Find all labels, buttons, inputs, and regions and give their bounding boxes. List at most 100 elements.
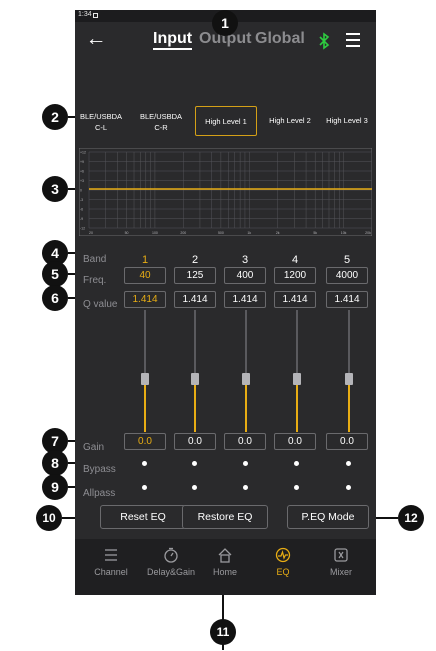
- band-number[interactable]: 4: [275, 254, 315, 266]
- gain-slider-fill: [296, 380, 298, 432]
- channel-tab-high-level-3[interactable]: High Level 3: [320, 106, 374, 136]
- tab-global[interactable]: Global: [255, 30, 305, 48]
- y-tick-label: -3: [80, 198, 83, 202]
- gain-field[interactable]: 0.0: [326, 433, 368, 450]
- gain-slider-thumb[interactable]: [345, 373, 353, 385]
- callout-6: 6: [42, 285, 68, 311]
- gain-field[interactable]: 0.0: [274, 433, 316, 450]
- allpass-toggle[interactable]: [294, 485, 299, 490]
- nav-item-mixer[interactable]: Mixer: [311, 547, 371, 577]
- channel-tab-sublabel: C-R: [154, 123, 168, 132]
- bypass-toggle[interactable]: [346, 461, 351, 466]
- freq-field[interactable]: 40: [124, 267, 166, 284]
- reset-eq-button[interactable]: Reset EQ: [100, 505, 186, 529]
- bypass-toggle[interactable]: [142, 461, 147, 466]
- channel-tab-label: High Level 2: [269, 116, 311, 125]
- bypass-toggle[interactable]: [243, 461, 248, 466]
- nav-label: Delay&Gain: [146, 567, 196, 577]
- nav-item-delay-gain[interactable]: Delay&Gain: [141, 547, 201, 577]
- channel-tab-sublabel: C-L: [94, 123, 108, 132]
- gain-slider-thumb[interactable]: [141, 373, 149, 385]
- x-tick-label: 10k: [341, 231, 347, 235]
- y-tick-label: -9: [80, 217, 83, 221]
- allpass-row-label: Allpass: [83, 488, 116, 499]
- status-time: 1:34: [78, 11, 92, 18]
- freq-field[interactable]: 4000: [326, 267, 368, 284]
- peq-mode-button[interactable]: P.EQ Mode: [287, 505, 369, 529]
- tab-input[interactable]: Input: [153, 30, 193, 50]
- bypass-toggle[interactable]: [294, 461, 299, 466]
- gain-field[interactable]: 0.0: [174, 433, 216, 450]
- channel-tab-high-level-1[interactable]: High Level 1: [195, 106, 257, 136]
- x-tick-label: 100: [152, 231, 158, 235]
- callout-9: 9: [42, 474, 68, 500]
- q-field[interactable]: 1.414: [224, 291, 266, 308]
- allpass-toggle[interactable]: [192, 485, 197, 490]
- bluetooth-icon[interactable]: [318, 32, 330, 50]
- timer-icon: [164, 547, 178, 563]
- gain-slider-thumb[interactable]: [242, 373, 250, 385]
- allpass-toggle[interactable]: [346, 485, 351, 490]
- allpass-toggle[interactable]: [142, 485, 147, 490]
- gain-slider-thumb[interactable]: [191, 373, 199, 385]
- y-tick-label: +12: [80, 151, 86, 155]
- x-tick-label: 200: [180, 231, 186, 235]
- x-tick-label: 20: [89, 231, 93, 235]
- freq-field[interactable]: 400: [224, 267, 266, 284]
- x-tick-label: 500: [218, 231, 224, 235]
- freq-row-label: Freq.: [83, 275, 107, 286]
- gain-slider-fill: [194, 380, 196, 432]
- freq-field[interactable]: 1200: [274, 267, 316, 284]
- nav-item-eq[interactable]: EQ: [253, 547, 313, 577]
- gain-slider-fill: [245, 380, 247, 432]
- x-tick-label: 2k: [276, 231, 280, 235]
- gain-field[interactable]: 0.0: [124, 433, 166, 450]
- menu-icon[interactable]: [346, 33, 360, 47]
- nav-item-home[interactable]: Home: [195, 547, 255, 577]
- q-field[interactable]: 1.414: [124, 291, 166, 308]
- x-tick-label: 1k: [247, 231, 251, 235]
- eq-response-graph[interactable]: 20 50 100 200 500 1k 2k 5k 10k 20k +12 +9 +6 +3 0 -3 -6…: [79, 148, 372, 236]
- bypass-toggle[interactable]: [192, 461, 197, 466]
- channel-tab-label: BLE/USBDA: [139, 112, 183, 121]
- allpass-toggle[interactable]: [243, 485, 248, 490]
- restore-eq-button[interactable]: Restore EQ: [182, 505, 268, 529]
- back-arrow-icon[interactable]: ←: [85, 28, 107, 50]
- channel-tab-high-level-2[interactable]: High Level 2: [262, 106, 318, 136]
- bottom-nav: Channel Delay&Gain Home EQ Mixer: [75, 539, 376, 595]
- mixer-icon: [334, 548, 348, 562]
- app-screen: 1:34 ← Input Output Global BLE/USBDA C-L…: [75, 10, 376, 595]
- freq-field[interactable]: 125: [174, 267, 216, 284]
- gain-field[interactable]: 0.0: [224, 433, 266, 450]
- channel-tab-ble-usbda-cl[interactable]: BLE/USBDA C-L: [77, 106, 125, 136]
- y-tick-label: -12: [80, 227, 85, 231]
- nav-item-channel[interactable]: Channel: [81, 547, 141, 577]
- x-tick-label: 5k: [313, 231, 317, 235]
- q-row-label: Q value: [83, 299, 118, 310]
- x-tick-label: 20k: [365, 231, 371, 235]
- band-number[interactable]: 5: [327, 254, 367, 266]
- notification-icon: [93, 13, 98, 18]
- channel-tab-label: BLE/USBDA: [79, 112, 123, 121]
- nav-label: Channel: [94, 567, 128, 577]
- callout-8: 8: [42, 450, 68, 476]
- band-row-label: Band: [83, 254, 107, 265]
- callout-2: 2: [42, 104, 68, 130]
- band-number[interactable]: 2: [175, 254, 215, 266]
- q-field[interactable]: 1.414: [174, 291, 216, 308]
- gain-slider-thumb[interactable]: [293, 373, 301, 385]
- callout-1: 1: [212, 10, 238, 36]
- q-field[interactable]: 1.414: [326, 291, 368, 308]
- q-field[interactable]: 1.414: [274, 291, 316, 308]
- band-number[interactable]: 1: [125, 254, 165, 266]
- channel-tab-ble-usbda-cr[interactable]: BLE/USBDA C-R: [137, 106, 185, 136]
- nav-label: EQ: [276, 567, 290, 577]
- channel-tab-label: High Level 3: [326, 116, 368, 125]
- y-tick-label: +9: [80, 160, 84, 164]
- y-tick-label: +6: [80, 170, 84, 174]
- y-tick-label: +3: [80, 179, 84, 183]
- band-number[interactable]: 3: [225, 254, 265, 266]
- home-icon: [218, 548, 232, 563]
- x-tick-label: 50: [125, 231, 129, 235]
- callout-12: 12: [398, 505, 424, 531]
